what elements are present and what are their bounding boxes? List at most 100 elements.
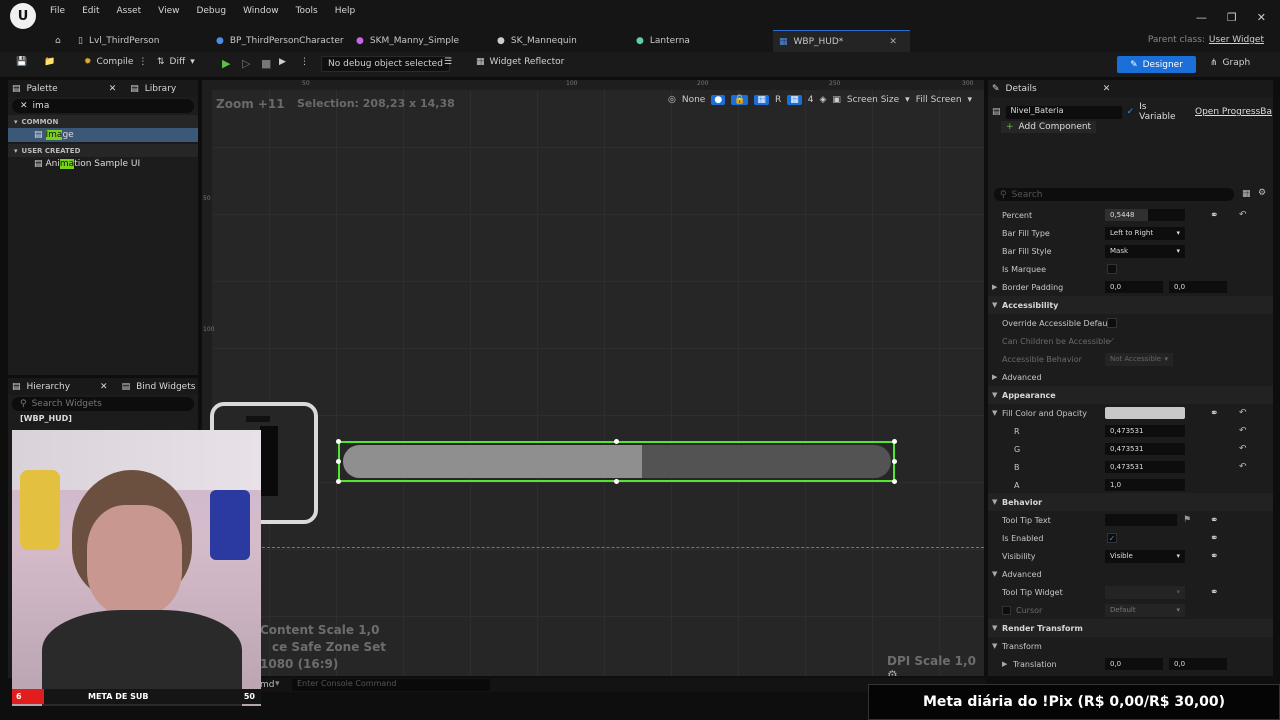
tab-lvl-thirdperson[interactable]: ▯ Lvl_ThirdPerson	[78, 30, 160, 52]
resize-handle[interactable]	[892, 459, 897, 464]
close-panel-icon[interactable]: ✕	[109, 84, 117, 94]
border-padding-y[interactable]: 0,0	[1169, 281, 1227, 293]
play-button[interactable]: ▶	[222, 57, 230, 70]
menu-asset[interactable]: Asset	[117, 6, 142, 16]
chevron-down-icon[interactable]: ▾	[275, 679, 280, 689]
progress-bar-nivel-bateria[interactable]	[336, 439, 897, 484]
bind-link-icon[interactable]: ⚭	[1210, 587, 1218, 598]
settings-icon[interactable]: ⚙	[1258, 188, 1266, 198]
hierarchy-root[interactable]: [WBP_HUD]	[8, 414, 198, 423]
grid-snap-icon[interactable]: ▦	[787, 95, 802, 105]
r-toggle[interactable]: R	[775, 95, 781, 105]
resize-handle[interactable]	[892, 439, 897, 444]
render-transform-section[interactable]: ▼ Render Transform	[988, 619, 1273, 637]
more-icon[interactable]: ⋮	[138, 57, 147, 67]
bind-link-icon[interactable]: ⚭	[1210, 515, 1218, 526]
options-icon[interactable]: ⋮	[300, 57, 309, 67]
details-search[interactable]: ⚲ Search	[994, 188, 1234, 201]
reset-icon[interactable]: ↶	[1239, 210, 1247, 220]
transform-row[interactable]: ▼ Transform	[988, 637, 1273, 655]
bind-link-icon[interactable]: ⚭	[1210, 210, 1218, 221]
tab-library[interactable]: Library	[145, 84, 176, 94]
translation-y[interactable]: 0,0	[1169, 658, 1227, 670]
bar-fill-type-dropdown[interactable]: Left to Right ▾	[1105, 226, 1185, 240]
palette-search[interactable]: ✕ ima	[12, 99, 194, 113]
behavior-section[interactable]: ▼ Behavior	[988, 493, 1273, 511]
lock-icon[interactable]: 🔒	[731, 95, 749, 105]
close-tab-icon[interactable]: ✕	[889, 37, 897, 47]
reset-icon[interactable]: ↶	[1239, 426, 1247, 436]
close-panel-icon[interactable]: ✕	[1103, 84, 1111, 94]
fill-screen-dropdown[interactable]: Fill Screen	[916, 95, 962, 105]
is-enabled-checkbox[interactable]: ✓	[1107, 533, 1117, 543]
tab-palette[interactable]: Palette	[27, 84, 58, 94]
home-tab[interactable]: ⌂	[55, 30, 61, 52]
compile-button[interactable]: ✹ Compile ⋮	[84, 57, 147, 67]
chevron-right-icon[interactable]: ▶	[1002, 660, 1007, 668]
frame-button[interactable]: ▶	[279, 57, 286, 67]
graph-button[interactable]: ⋔ Graph	[1210, 58, 1250, 68]
tab-details[interactable]: Details	[1006, 84, 1037, 94]
category-common[interactable]: ▾ COMMON	[8, 115, 198, 128]
find-icon[interactable]: ☰	[444, 57, 452, 67]
tab-sk-mannequin[interactable]: ● SK_Mannequin	[497, 30, 577, 52]
translation-x[interactable]: 0,0	[1105, 658, 1163, 670]
menu-view[interactable]: View	[158, 6, 179, 16]
open-progressbar-link[interactable]: Open ProgressBa	[1195, 107, 1272, 117]
bar-fill-style-dropdown[interactable]: Mask ▾	[1105, 244, 1185, 258]
tab-lanterna[interactable]: ● Lanterna	[636, 30, 690, 52]
tooltip-widget-dropdown[interactable]: ▾	[1105, 585, 1185, 599]
designer-canvas[interactable]: 50 100 200 250 300 50 100 Zoom +11 Selec…	[202, 80, 984, 676]
advanced-row[interactable]: ▶ Advanced	[988, 368, 1273, 386]
b-value[interactable]: 0,473531	[1105, 461, 1185, 473]
menu-debug[interactable]: Debug	[196, 6, 226, 16]
r-value[interactable]: 0,473531	[1105, 425, 1185, 437]
category-user-created[interactable]: ▾ USER CREATED	[8, 144, 198, 157]
clear-search-icon[interactable]: ✕	[20, 101, 28, 111]
gear-icon[interactable]: ⚙	[887, 668, 898, 676]
override-accessible-checkbox[interactable]	[1107, 318, 1117, 328]
menu-edit[interactable]: Edit	[82, 6, 99, 16]
percent-slider[interactable]: 0,5448	[1105, 209, 1185, 221]
preview-icon[interactable]: ◈	[819, 95, 826, 105]
a-value[interactable]: 1,0	[1105, 479, 1185, 491]
add-component-button[interactable]: + Add Component	[1001, 121, 1097, 133]
resize-handle[interactable]	[336, 479, 341, 484]
chevron-right-icon[interactable]: ▶	[992, 283, 997, 291]
hierarchy-search[interactable]: ⚲ Search Widgets	[12, 397, 194, 411]
visibility-dropdown[interactable]: Visible ▾	[1105, 549, 1185, 563]
unreal-logo-icon[interactable]: U	[10, 3, 36, 29]
close-panel-icon[interactable]: ✕	[100, 382, 108, 392]
table-view-icon[interactable]: ▦	[1242, 189, 1251, 199]
tab-bind-widgets[interactable]: Bind Widgets	[136, 382, 195, 392]
bind-link-icon[interactable]: ⚭	[1210, 408, 1218, 419]
menu-file[interactable]: File	[50, 6, 65, 16]
border-padding-x[interactable]: 0,0	[1105, 281, 1163, 293]
g-value[interactable]: 0,473531	[1105, 443, 1185, 455]
console-input[interactable]: Enter Console Command	[292, 679, 490, 691]
reset-icon[interactable]: ↶	[1239, 408, 1247, 418]
reset-icon[interactable]: ↶	[1239, 444, 1247, 454]
resize-handle[interactable]	[614, 479, 619, 484]
accessibility-section[interactable]: ▼ Accessibility	[988, 296, 1273, 314]
bind-link-icon[interactable]: ⚭	[1210, 533, 1218, 544]
resize-handle[interactable]	[336, 459, 341, 464]
diff-button[interactable]: ⇅ Diff ▾	[157, 57, 195, 67]
toggle-icon[interactable]: ●	[711, 95, 726, 105]
frame-icon[interactable]: ▣	[832, 95, 841, 105]
resize-handle[interactable]	[614, 439, 619, 444]
tab-skm-manny-simple[interactable]: ● SKM_Manny_Simple	[356, 30, 459, 52]
maximize-icon[interactable]: ❐	[1227, 11, 1237, 24]
designer-button[interactable]: ✎ Designer	[1117, 56, 1196, 73]
menu-tools[interactable]: Tools	[296, 6, 318, 16]
cursor-override-checkbox[interactable]	[1002, 605, 1011, 615]
bind-link-icon[interactable]: ⚭	[1210, 551, 1218, 562]
appearance-section[interactable]: ▼ Appearance	[988, 386, 1273, 404]
flag-icon[interactable]: ⚑	[1183, 515, 1191, 525]
widget-name-input[interactable]: Nivel_Bateria	[1005, 105, 1122, 119]
resize-handle[interactable]	[892, 479, 897, 484]
reset-icon[interactable]: ↶	[1239, 462, 1247, 472]
tab-hierarchy[interactable]: Hierarchy	[27, 382, 71, 392]
close-icon[interactable]: ✕	[1257, 11, 1266, 24]
menu-help[interactable]: Help	[335, 6, 356, 16]
